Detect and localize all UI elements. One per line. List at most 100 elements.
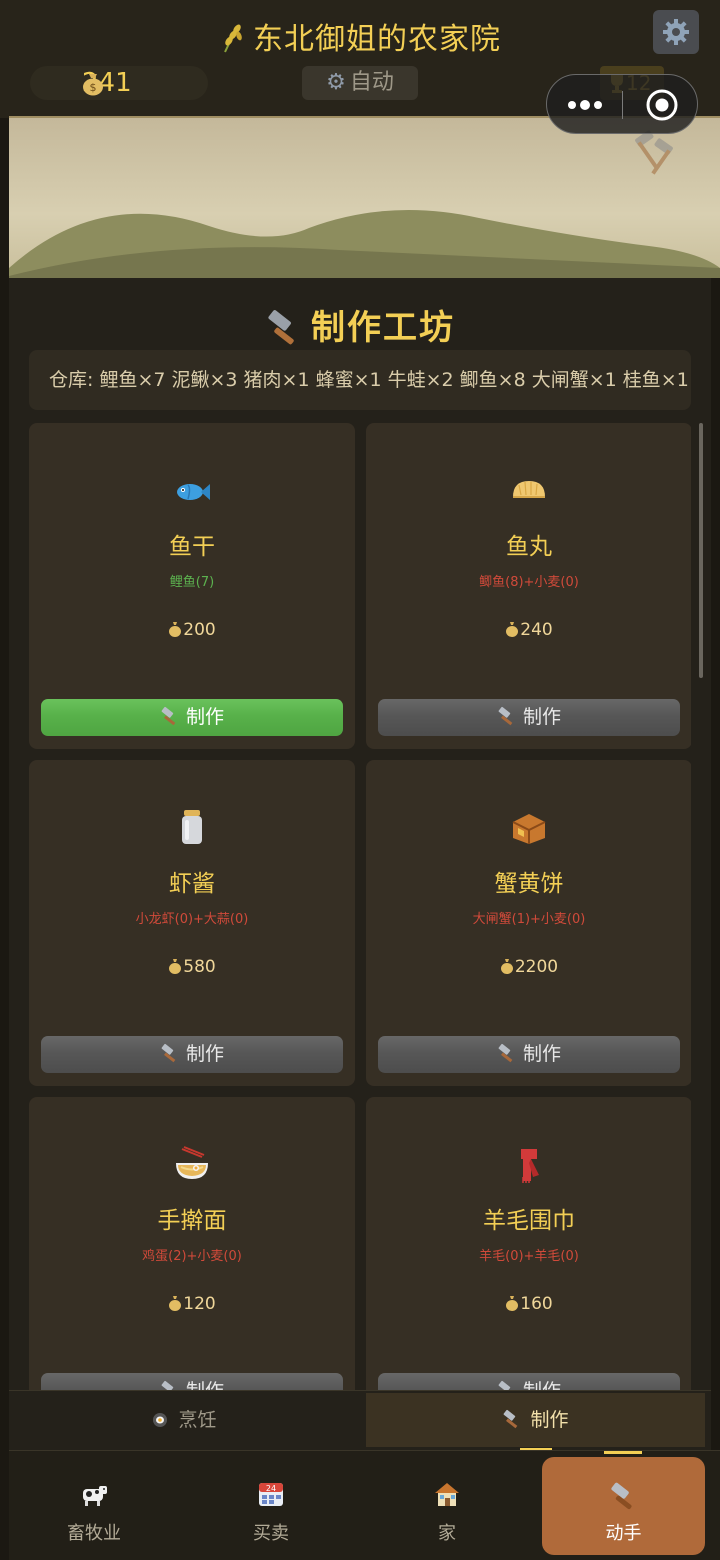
money-bag-icon: [500, 959, 513, 974]
make-button[interactable]: 制作: [41, 699, 343, 736]
nav-home-label: 家: [438, 1523, 456, 1544]
noodle-bowl-icon: [176, 1146, 208, 1179]
workshop-title: 制作工坊: [311, 308, 455, 348]
money-bag-icon: [506, 622, 519, 637]
mooncake-icon: [512, 814, 546, 844]
fish-icon: [177, 484, 210, 500]
money-bag-icon: [169, 959, 182, 974]
recipe-price: 160: [366, 1294, 691, 1314]
bottom-navigation: 畜牧业 24 买卖 家 动手: [9, 1450, 720, 1560]
nav-craft-label: 动手: [605, 1523, 642, 1544]
make-button-label: 制作: [185, 1043, 224, 1065]
craft-subtabs: 烹饪 制作: [9, 1390, 711, 1451]
recipe-price: 2200: [366, 957, 691, 977]
recipe-name: 羊毛围巾: [483, 1208, 575, 1234]
capsule-divider: [622, 91, 623, 119]
make-button[interactable]: 制作: [378, 1373, 680, 1390]
recipe-card: 羊毛围巾 羊毛(0)+羊毛(0) 160 制作: [366, 1097, 691, 1390]
close-miniprogram-icon[interactable]: [645, 88, 679, 122]
make-button[interactable]: 制作: [41, 1036, 343, 1073]
recipe-requirements: 羊毛(0)+羊毛(0): [479, 1249, 579, 1264]
recipe-card: 虾酱 小龙虾(0)+大蒜(0) 580 制作: [29, 760, 355, 1086]
recipe-requirements: 大闸蟹(1)+小麦(0): [472, 912, 586, 927]
farm-scene: [9, 116, 720, 278]
money-bag-icon: [506, 1296, 519, 1311]
nav-craft[interactable]: 动手: [542, 1457, 705, 1555]
more-icon[interactable]: [567, 99, 603, 111]
make-button[interactable]: 制作: [378, 1036, 680, 1073]
settings-button[interactable]: [653, 10, 699, 54]
hammer-icon: [161, 1043, 176, 1063]
recipe-name: 鱼丸: [506, 534, 552, 560]
miniprogram-capsule: [546, 74, 698, 134]
svg-text:24: 24: [266, 1484, 276, 1493]
workshop-panel: 制作工坊 仓库: 鲤鱼×7 泥鳅×3 猪肉×1 蜂蜜×1 牛蛙×2 鲫鱼×8 大…: [9, 278, 711, 1450]
calendar-icon: 24: [259, 1483, 283, 1506]
workshop-title-row: 制作工坊: [9, 300, 711, 349]
jar-icon: [182, 810, 202, 844]
make-button-label: 制作: [522, 706, 561, 728]
money-bag-icon: [169, 622, 182, 637]
recipe-price-value: 200: [183, 620, 216, 640]
svg-text:$: $: [90, 81, 97, 94]
recipe-grid: 鱼干 鲤鱼(7) 200 制作 鱼丸 鲫鱼(8)+小麦(0) 240 制作 虾酱…: [29, 423, 691, 1390]
tab-crafting[interactable]: 制作: [366, 1393, 705, 1451]
recipe-price: 120: [29, 1294, 355, 1314]
make-button[interactable]: 制作: [378, 699, 680, 736]
hammer-icon: [268, 310, 294, 345]
recipe-requirements: 小龙虾(0)+大蒜(0): [135, 912, 249, 927]
recipe-requirements: 鸡蛋(2)+小麦(0): [142, 1249, 242, 1264]
hammer-icon: [161, 1380, 176, 1390]
active-nav-indicator: [604, 1451, 642, 1454]
tab-cooking[interactable]: 烹饪: [9, 1393, 360, 1447]
recipe-price: 580: [29, 957, 355, 977]
nav-livestock[interactable]: 畜牧业: [9, 1451, 179, 1560]
scarf-icon: [521, 1149, 539, 1183]
money-bag-icon: $: [83, 74, 103, 96]
auto-button[interactable]: ⚙ 自动: [302, 66, 418, 100]
make-button-label: 制作: [523, 1380, 561, 1390]
house-icon: [435, 1483, 459, 1506]
make-button-label: 制作: [185, 706, 224, 728]
recipe-price: 200: [29, 620, 355, 640]
recipe-card: 鱼丸 鲫鱼(8)+小麦(0) 240 制作: [366, 423, 691, 749]
app-title-row: 东北御姐的农家院: [0, 14, 720, 58]
recipe-name: 鱼干: [169, 534, 215, 560]
recipe-requirements: 鲤鱼(7): [169, 575, 215, 590]
money-bag-icon: [169, 1296, 182, 1311]
gear-icon: ⚙: [326, 70, 346, 95]
auto-label: 自动: [349, 70, 394, 95]
nav-trade-label: 买卖: [253, 1523, 289, 1544]
recipe-card: 手擀面 鸡蛋(2)+小麦(0) 120 制作: [29, 1097, 355, 1390]
cow-icon: [83, 1486, 107, 1506]
make-button[interactable]: 制作: [41, 1373, 343, 1390]
hammer-icon: [498, 1043, 513, 1063]
hammer-icon: [498, 1380, 513, 1390]
gear-icon: [663, 19, 689, 45]
recipe-price-value: 2200: [514, 957, 559, 977]
recipe-price-value: 120: [183, 1294, 216, 1314]
recipe-scrollbar[interactable]: [699, 423, 703, 678]
frying-pan-icon: [153, 1413, 168, 1427]
nav-home[interactable]: 家: [362, 1451, 532, 1560]
hammer-icon: [161, 706, 176, 726]
hammer-icon: [498, 706, 513, 726]
make-button-label: 制作: [522, 1043, 561, 1065]
recipe-price: 240: [366, 620, 691, 640]
warehouse-inventory: 仓库: 鲤鱼×7 泥鳅×3 猪肉×1 蜂蜜×1 牛蛙×2 鲫鱼×8 大闸蟹×1 …: [29, 350, 691, 410]
recipe-name: 虾酱: [169, 871, 215, 897]
recipe-requirements: 鲫鱼(8)+小麦(0): [479, 575, 579, 590]
tab-cooking-label: 烹饪: [178, 1409, 217, 1431]
recipe-price-value: 160: [520, 1294, 553, 1314]
hammer-icon: [504, 1409, 518, 1429]
recipe-name: 蟹黄饼: [494, 871, 564, 897]
hills-illustration: [9, 210, 720, 278]
recipe-card: 鱼干 鲤鱼(7) 200 制作: [29, 423, 355, 749]
tab-crafting-label: 制作: [530, 1409, 569, 1431]
nav-trade[interactable]: 24 买卖: [186, 1451, 356, 1560]
dumpling-icon: [513, 481, 545, 498]
hammer-icon: [610, 1482, 632, 1510]
wheat-icon: [224, 24, 242, 53]
recipe-price-value: 240: [520, 620, 553, 640]
recipe-name: 手擀面: [157, 1208, 227, 1234]
